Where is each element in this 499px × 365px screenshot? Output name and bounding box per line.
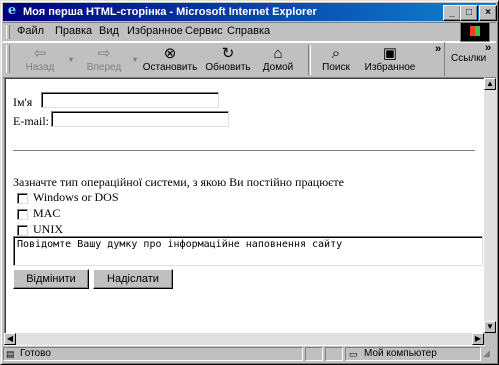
status-panel-empty-1	[305, 347, 323, 361]
horizontal-rule	[13, 150, 475, 152]
home-label: Домой	[262, 62, 294, 73]
forward-arrow-icon: ⇨	[97, 45, 111, 62]
menu-favorites[interactable]: Избранное	[127, 25, 183, 37]
resize-grip-icon[interactable]: ◢	[483, 348, 490, 359]
option-unix-label: UNIX	[33, 222, 63, 236]
scroll-left-icon[interactable]: ◀	[4, 333, 16, 345]
refresh-label: Обновить	[205, 62, 251, 73]
reset-button[interactable]: Відмінити	[13, 269, 89, 289]
close-button[interactable]: ×	[479, 5, 497, 21]
submit-button[interactable]: Надіслати	[93, 269, 173, 289]
option-mac-label: MAC	[33, 206, 61, 220]
email-label: E-mail:	[13, 114, 49, 128]
toolbar-more-chevron[interactable]: »	[435, 43, 441, 55]
option-windows-label: Windows or DOS	[33, 190, 119, 204]
stop-icon: ⊗	[163, 45, 177, 62]
windows-logo-icon	[460, 22, 490, 42]
menu-tools[interactable]: Сервис	[185, 25, 223, 37]
checkbox-windows[interactable]	[17, 193, 28, 204]
name-label: Ім'я	[13, 95, 33, 109]
status-panel-empty-2	[325, 347, 343, 361]
horizontal-scrollbar[interactable]: ◀ ▶	[4, 333, 484, 345]
forward-dropdown-icon[interactable]: ▾	[133, 55, 137, 64]
status-zone: Мой компьютер	[364, 348, 437, 359]
name-input[interactable]	[41, 92, 219, 108]
forward-button[interactable]: ⇨ Вперед	[75, 45, 133, 73]
search-button[interactable]: ⌕ Поиск	[307, 45, 365, 73]
back-button[interactable]: ⇦ Назад	[11, 45, 69, 73]
ie-logo-icon: e	[7, 3, 17, 18]
menu-file[interactable]: Файл	[17, 25, 44, 37]
stop-label: Остановить	[142, 62, 198, 73]
checkbox-unix[interactable]	[17, 225, 28, 236]
back-dropdown-icon[interactable]: ▾	[69, 55, 73, 64]
vertical-scrollbar[interactable]: ▲ ▼	[484, 78, 497, 333]
status-text: Готово	[20, 348, 51, 359]
favorites-button[interactable]: ▣ Избранное	[361, 45, 419, 73]
browser-window: e Моя перша HTML-сторінка - Microsoft In…	[0, 0, 499, 365]
computer-icon: ▭	[349, 349, 358, 359]
home-button[interactable]: ⌂ Домой	[249, 45, 307, 73]
status-zone-panel: ▭ Мой компьютер	[345, 347, 481, 361]
menu-edit[interactable]: Правка	[55, 25, 92, 37]
status-bar: ▤ Готово ▭ Мой компьютер ◢	[3, 346, 496, 362]
os-question: Зазначте тип операційної системи, з якою…	[13, 175, 344, 189]
scrollbar-corner	[484, 333, 497, 345]
home-icon: ⌂	[273, 45, 283, 62]
menu-help[interactable]: Справка	[227, 25, 270, 37]
stop-button[interactable]: ⊗ Остановить	[141, 45, 199, 73]
comment-textarea[interactable]: Повідомте Вашу думку про інформаційне на…	[13, 236, 483, 266]
favorites-icon: ▣	[382, 45, 398, 62]
search-label: Поиск	[322, 62, 350, 73]
maximize-button[interactable]: □	[460, 5, 478, 21]
window-title: Моя перша HTML-сторінка - Microsoft Inte…	[23, 6, 317, 18]
page-icon: ▤	[6, 349, 15, 359]
menu-grip	[6, 25, 10, 39]
toolbar-grip	[6, 45, 10, 73]
back-arrow-icon: ⇦	[33, 45, 47, 62]
title-bar[interactable]: e Моя перша HTML-сторінка - Microsoft In…	[3, 3, 497, 21]
back-label: Назад	[25, 62, 55, 73]
email-input[interactable]	[51, 111, 229, 127]
menu-bar: Файл Правка Вид Избранное Сервис Справка	[3, 22, 496, 42]
favorites-label: Избранное	[364, 62, 416, 73]
search-icon: ⌕	[331, 45, 341, 62]
links-bar[interactable]: » Ссылки	[444, 42, 495, 76]
links-label: Ссылки	[451, 53, 487, 64]
menu-view[interactable]: Вид	[99, 25, 119, 37]
minimize-button[interactable]: _	[443, 5, 461, 21]
scroll-right-icon[interactable]: ▶	[472, 333, 484, 345]
scroll-up-icon[interactable]: ▲	[484, 78, 496, 90]
checkbox-mac[interactable]	[17, 209, 28, 220]
scroll-down-icon[interactable]: ▼	[484, 321, 496, 333]
page-content: Ім'я E-mail: Зазначте тип операційної си…	[4, 77, 485, 346]
toolbar: ⇦ Назад ▾ ⇨ Вперед ▾ ⊗ Остановить ↻ Обно…	[3, 42, 496, 78]
status-text-panel: ▤ Готово	[3, 347, 303, 361]
forward-label: Вперед	[86, 62, 122, 73]
